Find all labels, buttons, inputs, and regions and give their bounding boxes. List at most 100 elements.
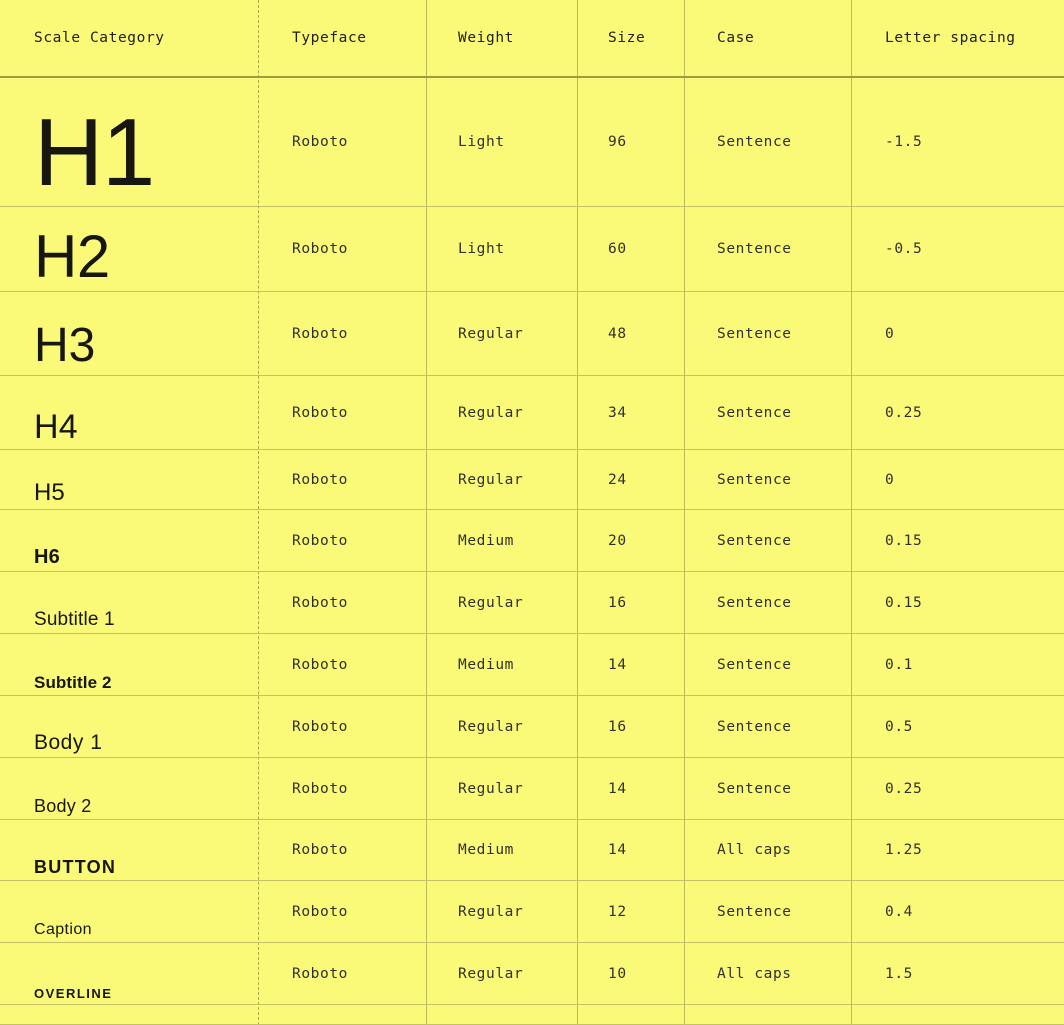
cell-letter_spacing: 0.15 <box>885 532 923 549</box>
specimen-label: Body 2 <box>34 795 92 816</box>
specimen-cell: BUTTON <box>0 820 258 880</box>
cell-weight: Regular <box>458 718 524 735</box>
table-header-row: Scale Category Typeface Weight Size Case Lett… <box>0 0 1064 78</box>
cell-typeface: Roboto <box>292 241 348 257</box>
specimen-cell: H6 <box>0 510 258 571</box>
cell-letter_spacing: 1.5 <box>885 965 913 982</box>
table-row: Subtitle 2 Roboto Medium 14 Sentence 0.1 <box>0 634 1064 696</box>
cell-letter_spacing: 0.1 <box>885 656 913 673</box>
cell-weight: Regular <box>458 780 524 797</box>
cell-letter_spacing: -1.5 <box>885 134 923 150</box>
specimen-cell: Body 1 <box>0 696 258 757</box>
table-row: Body 1 Roboto Regular 16 Sentence 0.5 <box>0 696 1064 758</box>
specimen-label: H4 <box>34 408 78 447</box>
cell-weight: Light <box>458 241 505 257</box>
cell-letter_spacing: 0.25 <box>885 780 923 797</box>
cell-typeface: Roboto <box>292 965 348 982</box>
cell-size: 16 <box>608 718 627 735</box>
specimen-label: H5 <box>34 478 65 506</box>
cell-weight: Regular <box>458 594 524 611</box>
cell-weight <box>426 1005 577 1024</box>
cell-typeface: Roboto <box>292 842 348 858</box>
cell-typeface: Roboto <box>292 532 348 549</box>
specimen-label: BUTTON <box>34 856 117 877</box>
table-row: Subtitle 1 Roboto Regular 16 Sentence 0.15 <box>0 572 1064 634</box>
cell-case: Sentence <box>717 471 792 488</box>
cell-letter_spacing <box>851 1005 1064 1024</box>
table-row: OVERLINE Roboto Regular 10 All caps 1.5 <box>0 943 1064 1005</box>
table-row: H5 Roboto Regular 24 Sentence 0 <box>0 450 1064 510</box>
table-row: H1 Roboto Light 96 Sentence -1.5 <box>0 78 1064 207</box>
type-scale-table: Scale Category Typeface Weight Size Case Lett… <box>0 0 1064 1025</box>
cell-weight: Regular <box>458 325 524 342</box>
cell-size: 16 <box>608 594 627 611</box>
cell-case: Sentence <box>717 241 792 257</box>
table-row: H4 Roboto Regular 34 Sentence 0.25 <box>0 376 1064 450</box>
cell-size <box>577 1005 684 1024</box>
table-row: BUTTON Roboto Medium 14 All caps 1.25 <box>0 820 1064 881</box>
specimen-cell: H1 <box>0 78 258 206</box>
column-header-weight[interactable]: Weight <box>426 0 577 76</box>
cell-letter_spacing: 0 <box>885 471 895 488</box>
column-header-case[interactable]: Case <box>684 0 851 76</box>
cell-weight: Regular <box>458 903 524 920</box>
cell-weight: Regular <box>458 965 524 982</box>
cell-weight: Medium <box>458 842 514 858</box>
cell-size: 14 <box>608 656 627 673</box>
cell-case: Sentence <box>717 780 792 797</box>
cell-weight: Regular <box>458 471 524 488</box>
cell-typeface <box>258 1005 426 1024</box>
table-row: Caption Roboto Regular 12 Sentence 0.4 <box>0 881 1064 943</box>
specimen-cell: H2 <box>0 207 258 291</box>
cell-letter_spacing: 1.25 <box>885 842 923 858</box>
column-header-size[interactable]: Size <box>577 0 684 76</box>
cell-letter_spacing: -0.5 <box>885 241 923 257</box>
cell-typeface: Roboto <box>292 325 348 342</box>
cell-case: Sentence <box>717 594 792 611</box>
cell-case: Sentence <box>717 134 792 150</box>
specimen-cell <box>0 1005 258 1024</box>
specimen-label: OVERLINE <box>34 985 113 1001</box>
cell-typeface: Roboto <box>292 656 348 673</box>
column-header-category[interactable]: Scale Category <box>0 0 258 76</box>
cell-size: 96 <box>608 134 627 150</box>
cell-typeface: Roboto <box>292 471 348 488</box>
cell-typeface: Roboto <box>292 134 348 150</box>
cell-weight: Regular <box>458 404 524 421</box>
cell-case: Sentence <box>717 404 792 421</box>
cell-case: All caps <box>717 965 792 982</box>
specimen-cell: Caption <box>0 881 258 942</box>
table-row: H6 Roboto Medium 20 Sentence 0.15 <box>0 510 1064 572</box>
cell-case <box>684 1005 851 1024</box>
cell-size: 24 <box>608 471 627 488</box>
cell-letter_spacing: 0.4 <box>885 903 913 920</box>
specimen-cell: H5 <box>0 450 258 509</box>
cell-typeface: Roboto <box>292 780 348 797</box>
table-row: Body 2 Roboto Regular 14 Sentence 0.25 <box>0 758 1064 820</box>
column-header-typeface[interactable]: Typeface <box>258 0 426 76</box>
specimen-cell: Subtitle 2 <box>0 634 258 695</box>
cell-typeface: Roboto <box>292 594 348 611</box>
cell-size: 14 <box>608 780 627 797</box>
cell-case: Sentence <box>717 532 792 549</box>
cell-case: Sentence <box>717 903 792 920</box>
cell-typeface: Roboto <box>292 903 348 920</box>
specimen-cell: Body 2 <box>0 758 258 819</box>
cell-size: 10 <box>608 965 627 982</box>
specimen-cell: OVERLINE <box>0 943 258 1004</box>
table-row: H3 Roboto Regular 48 Sentence 0 <box>0 292 1064 376</box>
specimen-label: Caption <box>34 920 92 938</box>
specimen-label: Subtitle 1 <box>34 608 115 630</box>
cell-weight: Light <box>458 134 505 150</box>
table-row: H2 Roboto Light 60 Sentence -0.5 <box>0 207 1064 292</box>
cell-case: Sentence <box>717 718 792 735</box>
column-header-letter_spacing[interactable]: Letter spacing <box>851 0 1064 76</box>
specimen-cell: Subtitle 1 <box>0 572 258 633</box>
specimen-label: Subtitle 2 <box>34 672 112 692</box>
cell-letter_spacing: 0.25 <box>885 404 923 421</box>
cell-case: Sentence <box>717 325 792 342</box>
table-row <box>0 1005 1064 1025</box>
cell-size: 60 <box>608 241 627 257</box>
cell-size: 20 <box>608 532 627 549</box>
cell-typeface: Roboto <box>292 718 348 735</box>
